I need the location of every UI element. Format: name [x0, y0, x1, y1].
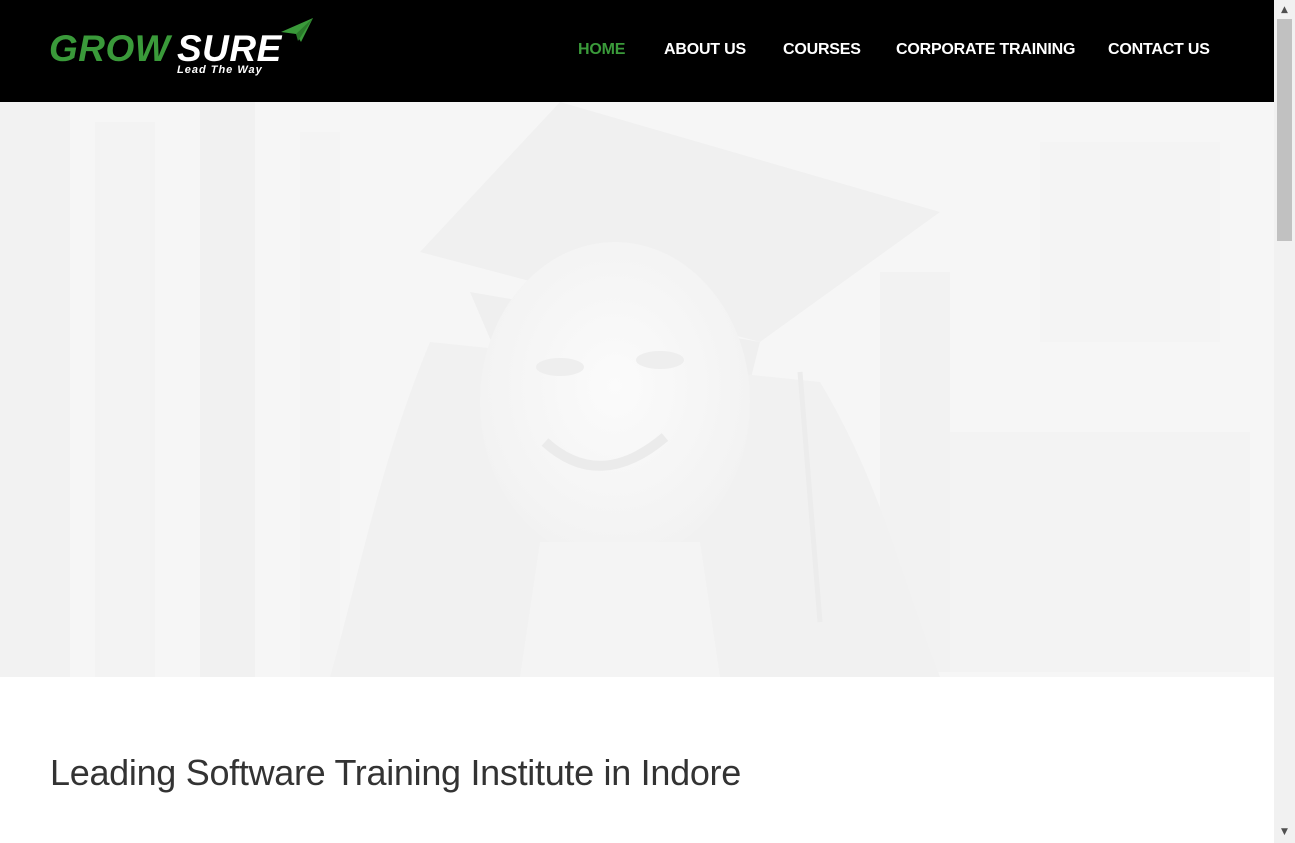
hero-graduate-image [0, 102, 1274, 677]
page-heading: Leading Software Training Institute in I… [50, 752, 741, 793]
site-header: GROW SURE Lead The Way HOME ABOUT US COU… [0, 0, 1274, 102]
nav-item-contact-us[interactable]: CONTACT US [1108, 38, 1210, 62]
arrow-up-icon[interactable]: ▲ [1274, 2, 1295, 19]
scrollbar-thumb[interactable] [1277, 19, 1292, 241]
logo-tagline: Lead The Way [177, 64, 263, 76]
nav-item-corporate-training[interactable]: CORPORATE TRAINING [896, 38, 1075, 62]
nav-item-courses[interactable]: COURSES [783, 38, 861, 62]
nav-item-home[interactable]: HOME [578, 38, 625, 62]
vertical-scrollbar[interactable]: ▲ ▼ [1274, 0, 1295, 843]
page: GROW SURE Lead The Way HOME ABOUT US COU… [0, 0, 1274, 843]
nav-item-about-us[interactable]: ABOUT US [664, 38, 746, 62]
hero-banner [0, 102, 1274, 677]
main-nav: HOME ABOUT US COURSES CORPORATE TRAINING… [0, 38, 1274, 62]
arrow-down-icon[interactable]: ▼ [1274, 824, 1295, 841]
